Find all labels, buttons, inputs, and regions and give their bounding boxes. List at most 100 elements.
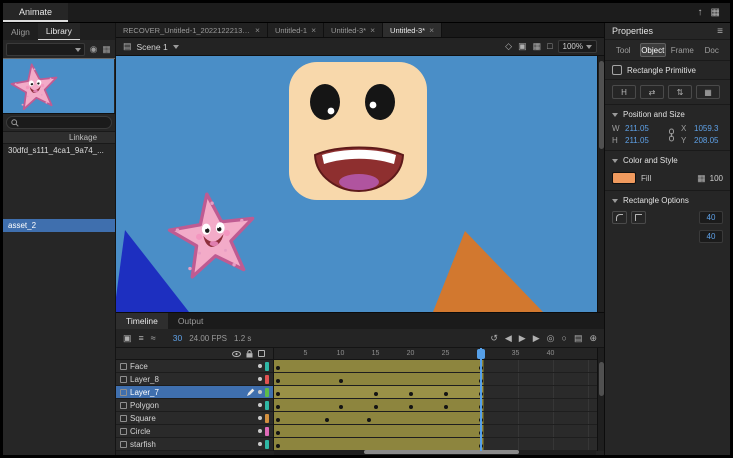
library-item[interactable]: asset_2 [3,219,115,232]
playhead-line[interactable] [480,348,482,451]
document-tab[interactable]: Untitled-3*× [324,23,383,37]
keyframe-dot[interactable] [409,392,413,396]
timeline-layer-row[interactable]: Layer_7 [116,386,273,399]
tab-tool[interactable]: Tool [610,43,637,57]
independent-radius-icon[interactable] [631,211,646,224]
keyframe-dot[interactable] [444,392,448,396]
current-frame-field[interactable]: 30 [173,333,182,343]
keyframe-dot[interactable] [276,418,280,422]
layer-visibility-dot[interactable] [258,416,262,420]
edit-multiple-frames-icon[interactable]: ▤ [574,333,583,344]
corner-radius-field-2[interactable]: 40 [699,230,723,243]
center-frame-icon[interactable]: ⊕ [589,333,597,344]
frame-span[interactable] [274,373,484,385]
camera-icon[interactable]: ▣ [518,41,527,52]
frame-span[interactable] [274,399,484,411]
tab-align[interactable]: Align [3,23,38,40]
search-input[interactable] [22,118,107,127]
close-tab-icon[interactable]: × [429,25,434,35]
outline-column-icon[interactable] [258,350,265,357]
swap-symbol-icon[interactable]: ⇄ [640,85,664,99]
keyframe-dot[interactable] [374,405,378,409]
timeline-layer-row[interactable]: Layer_8 [116,373,273,386]
layer-visibility-dot[interactable] [258,377,262,381]
playhead-marker[interactable] [477,349,485,359]
keyframe-dot[interactable] [367,418,371,422]
timeline-track-row[interactable] [274,373,604,386]
frame-span[interactable] [274,438,484,450]
tab-output[interactable]: Output [168,313,214,329]
onion-skin-icon[interactable]: ◎ [547,333,555,344]
layer-visibility-dot[interactable] [258,364,262,368]
keyframe-dot[interactable] [374,392,378,396]
keyframe-dot[interactable] [339,405,343,409]
timeline-ruler[interactable]: 510152025303540 [274,348,604,360]
keyframe-dot[interactable] [276,366,280,370]
fit-to-window-icon[interactable]: □ [547,41,552,52]
keyframe-dot[interactable] [444,405,448,409]
timeline-track-row[interactable] [274,425,604,438]
single-radius-icon[interactable] [612,211,627,224]
document-tab[interactable]: Untitled-1× [268,23,324,37]
layer-depth-icon[interactable]: ≡ [139,333,144,344]
frame-span[interactable] [274,425,484,437]
timeline-layer-row[interactable]: starfish [116,438,273,451]
onion-skin-outline-icon[interactable]: ○ [562,333,567,344]
layer-visibility-dot[interactable] [258,442,262,446]
layer-visibility-dot[interactable] [258,403,262,407]
keyframe-dot[interactable] [339,379,343,383]
fill-alpha-value[interactable]: 100 [710,174,723,183]
flip-horizontal-icon[interactable]: H [612,85,636,99]
play-icon[interactable]: ▶ [519,333,526,344]
share-icon[interactable]: ↑ [698,7,703,18]
keyframe-dot[interactable] [276,392,280,396]
tab-object[interactable]: Object [640,43,667,57]
keyframe-dot[interactable] [276,379,280,383]
color-style-section-header[interactable]: Color and Style [605,151,730,168]
edit-symbols-icon[interactable]: ◇ [505,41,512,52]
timeline-layer-row[interactable]: Circle [116,425,273,438]
timeline-horizontal-scrollbar[interactable] [274,450,596,455]
visibility-column-icon[interactable] [232,351,241,357]
library-item[interactable]: 30dfd_s111_4ca1_9a74_... [3,144,115,157]
keyframe-dot[interactable] [276,444,280,448]
tab-frame[interactable]: Frame [669,43,696,57]
layer-visibility-dot[interactable] [258,429,262,433]
zoom-select[interactable]: 100% [558,40,597,53]
fill-color-swatch[interactable] [612,172,636,184]
w-value[interactable]: 211.05 [625,124,661,133]
canvas-vertical-scrollbar[interactable] [597,56,604,312]
graph-editor-icon[interactable]: ≈ [151,333,156,344]
panel-menu-icon[interactable]: ≡ [717,26,723,37]
close-tab-icon[interactable]: × [370,25,375,35]
timeline-track-row[interactable] [274,386,604,399]
position-size-section-header[interactable]: Position and Size [605,105,730,122]
library-document-select[interactable] [6,43,85,56]
tab-library[interactable]: Library [38,23,80,40]
more-options-icon[interactable]: ▦ [696,85,720,99]
timeline-layer-row[interactable]: Face [116,360,273,373]
snapping-icon[interactable]: ▦ [533,41,542,52]
step-back-icon[interactable]: ◀ [505,333,512,344]
layer-visibility-dot[interactable] [258,390,262,394]
loop-playback-icon[interactable]: ↺ [490,333,498,344]
timeline-track-row[interactable] [274,399,604,412]
lock-column-icon[interactable] [246,350,253,358]
tab-doc[interactable]: Doc [699,43,726,57]
document-tab[interactable]: RECOVER_Untitled-1_20221222133811.fla*× [116,23,268,37]
keyframe-dot[interactable] [276,405,280,409]
keyframe-dot[interactable] [409,405,413,409]
face-shape-group[interactable] [289,62,427,200]
timeline-hscroll-thumb[interactable] [364,450,519,454]
x-value[interactable]: 1059.3 [694,124,730,133]
stage-canvas[interactable] [116,56,604,312]
keyframe-dot[interactable] [276,431,280,435]
document-tab[interactable]: Untitled-3*× [383,23,442,37]
close-tab-icon[interactable]: × [255,25,260,35]
timeline-layer-row[interactable]: Polygon [116,399,273,412]
y-value[interactable]: 208.05 [694,136,730,145]
timeline-track-row[interactable] [274,412,604,425]
keyframe-dot[interactable] [325,418,329,422]
new-library-panel-icon[interactable]: ▦ [101,44,112,55]
workspace-switcher-icon[interactable]: ▦ [711,7,720,18]
